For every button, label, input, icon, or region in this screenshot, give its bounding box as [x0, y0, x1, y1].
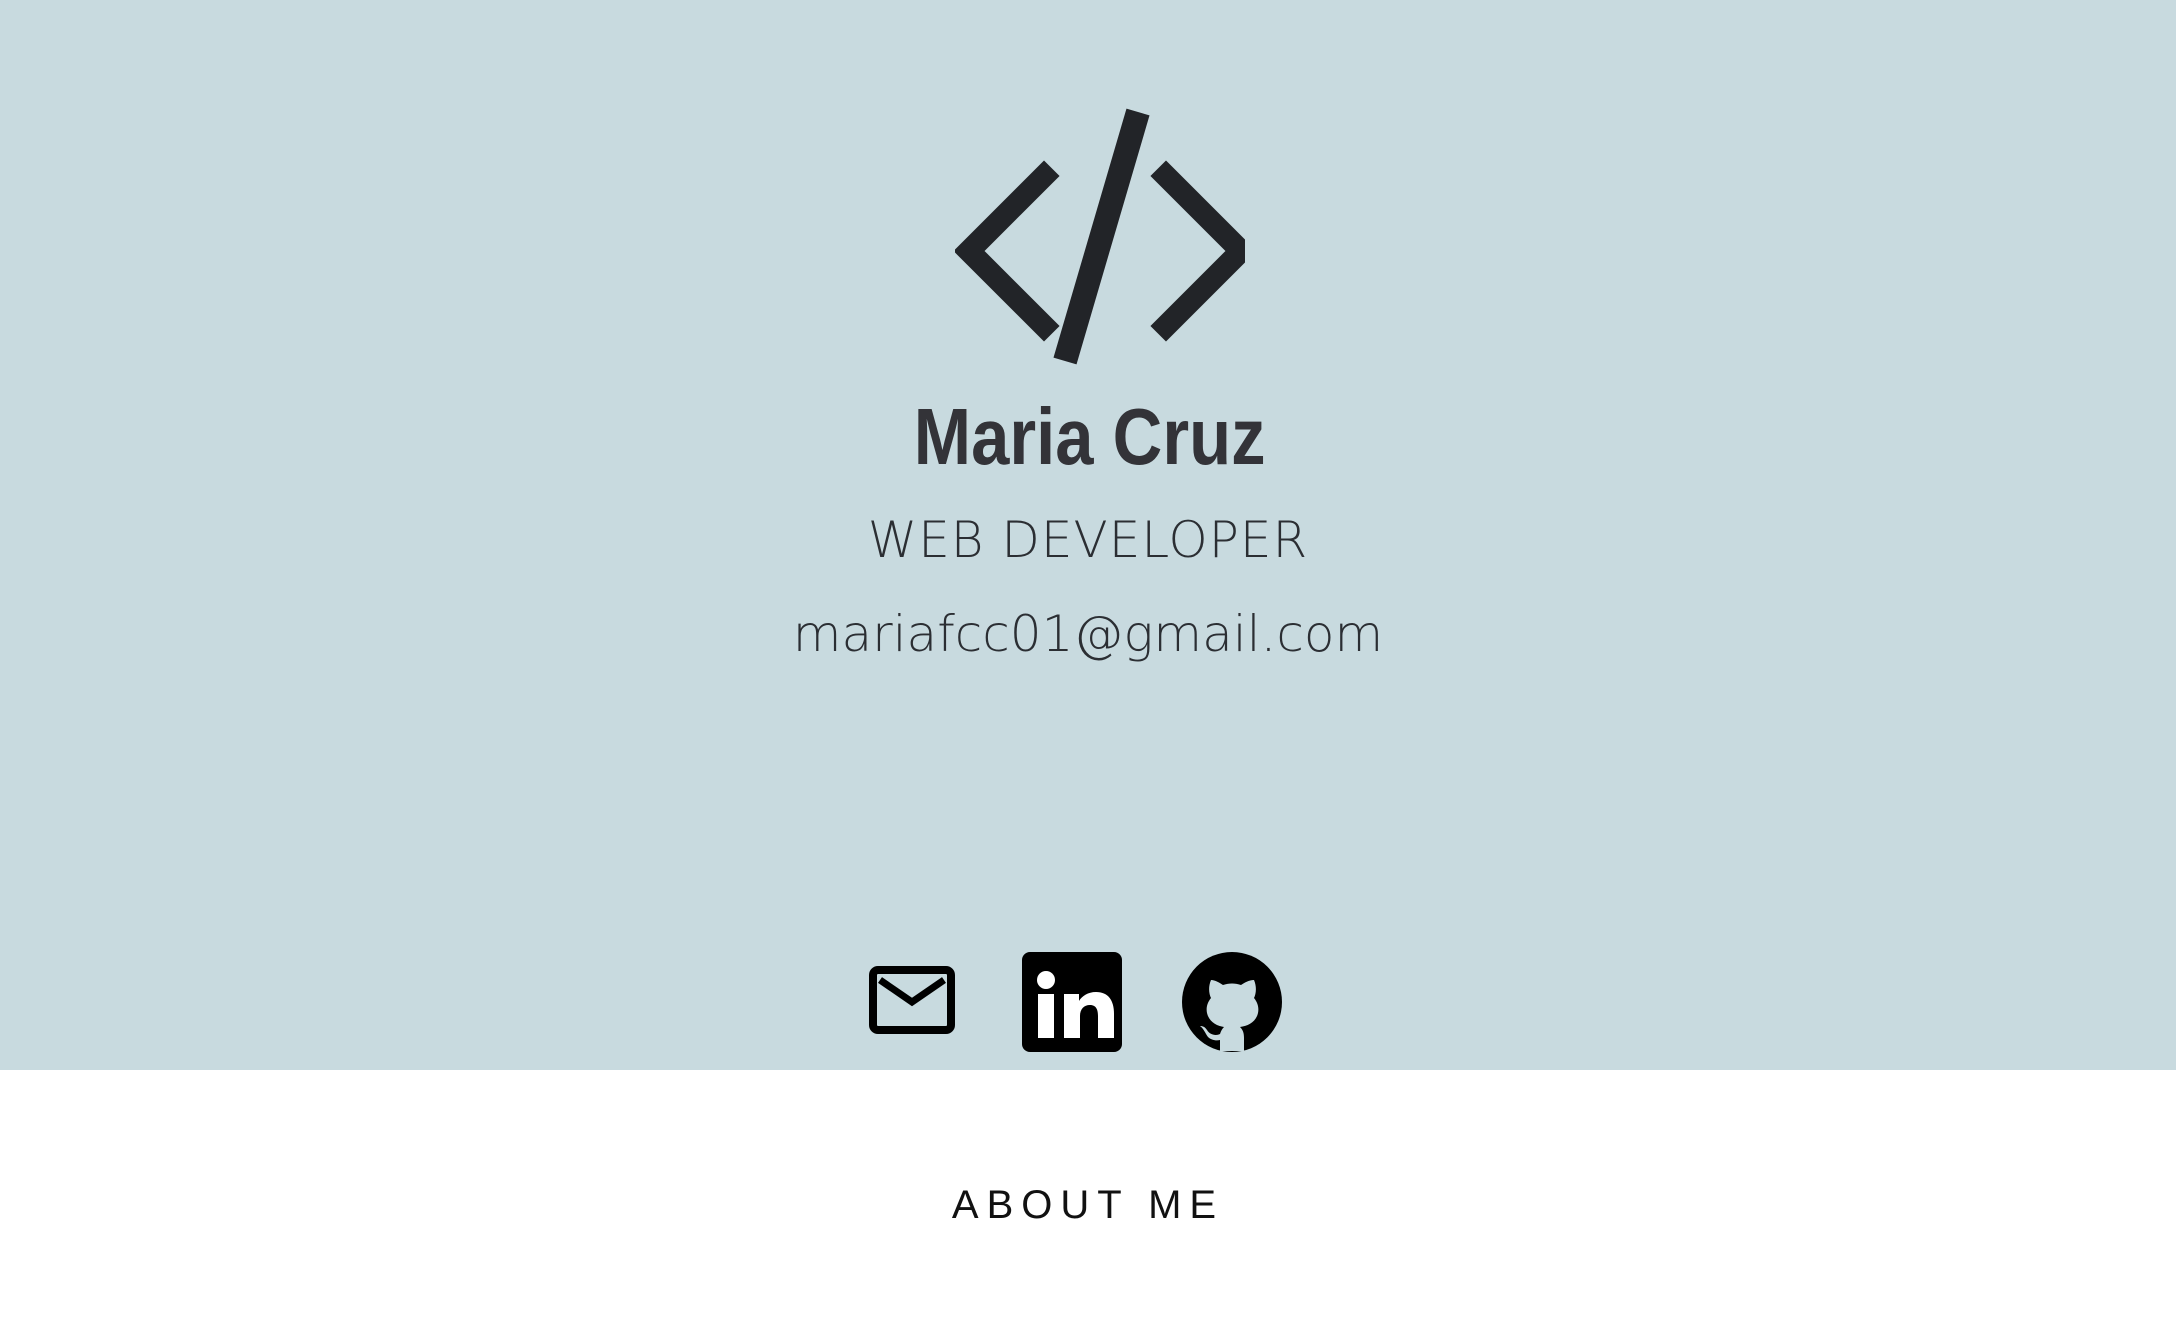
code-icon [955, 108, 1245, 365]
profile-role: WEB DEVELOPER [867, 511, 1309, 569]
profile-name: Maria Cruz [913, 392, 1266, 481]
hero-section: Maria Cruz WEB DEVELOPER mariafcc01@gmai… [0, 0, 2176, 1070]
mail-icon[interactable] [860, 950, 964, 1054]
about-heading: ABOUT ME [951, 1183, 1225, 1227]
linkedin-icon[interactable] [1020, 950, 1124, 1054]
github-icon[interactable] [1180, 950, 1284, 1054]
profile-email[interactable]: mariafcc01@gmail.com [0, 604, 2176, 664]
